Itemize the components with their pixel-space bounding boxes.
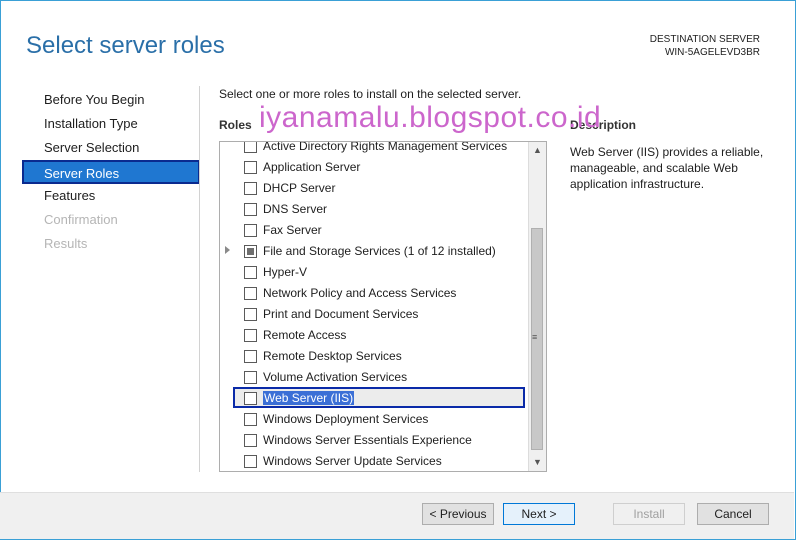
nav-divider xyxy=(199,86,200,472)
wizard-nav: Before You Begin Installation Type Serve… xyxy=(22,88,200,256)
grip-icon: ≡ xyxy=(532,332,538,342)
watermark-text: iyanamalu.blogspot.co.id xyxy=(259,101,602,134)
role-label: Application Server xyxy=(263,160,361,174)
role-checkbox[interactable] xyxy=(244,371,257,384)
role-item[interactable]: Hyper-V xyxy=(220,262,526,283)
roles-list[interactable]: Active Directory Rights Management Servi… xyxy=(219,141,547,472)
role-label: Fax Server xyxy=(263,223,322,237)
role-checkbox[interactable] xyxy=(244,287,257,300)
role-item-selected[interactable]: Web Server (IIS) xyxy=(233,387,525,408)
role-checkbox[interactable] xyxy=(244,350,257,363)
roles-scrollbar[interactable]: ▲ ≡ ▼ xyxy=(528,142,546,471)
destination-server-name: WIN-5AGELEVD3BR xyxy=(664,47,760,58)
role-label: Active Directory Rights Management Servi… xyxy=(263,141,508,153)
role-label: DNS Server xyxy=(263,202,328,216)
role-item[interactable]: File and Storage Services (1 of 12 insta… xyxy=(220,241,526,262)
destination-label: DESTINATION SERVER xyxy=(649,34,760,45)
intro-text: Select one or more roles to install on t… xyxy=(219,87,522,101)
role-label: Windows Server Essentials Experience xyxy=(263,433,472,447)
role-label: Hyper-V xyxy=(263,265,308,279)
previous-button[interactable]: < Previous xyxy=(422,503,494,525)
role-checkbox[interactable] xyxy=(244,392,257,405)
role-checkbox[interactable] xyxy=(244,224,257,237)
role-label: Volume Activation Services xyxy=(263,370,408,384)
role-item[interactable]: DHCP Server xyxy=(220,178,526,199)
role-checkbox[interactable] xyxy=(244,161,257,174)
role-checkbox[interactable] xyxy=(244,182,257,195)
role-checkbox[interactable] xyxy=(244,455,257,468)
role-label: Remote Access xyxy=(263,328,347,342)
role-checkbox[interactable] xyxy=(244,413,257,426)
description-text: Web Server (IIS) provides a reliable, ma… xyxy=(570,145,764,191)
role-item[interactable]: Print and Document Services xyxy=(220,304,526,325)
role-checkbox[interactable] xyxy=(244,203,257,216)
install-button: Install xyxy=(613,503,685,525)
role-checkbox-partial[interactable] xyxy=(244,245,257,258)
nav-item-features[interactable]: Features xyxy=(22,184,200,208)
role-checkbox[interactable] xyxy=(244,434,257,447)
role-item[interactable]: Remote Desktop Services xyxy=(220,346,526,367)
role-item[interactable]: Application Server xyxy=(220,157,526,178)
role-checkbox[interactable] xyxy=(244,142,257,153)
role-label: Remote Desktop Services xyxy=(263,349,402,363)
role-label: Windows Server Update Services xyxy=(263,454,442,468)
nav-item-confirmation: Confirmation xyxy=(44,212,118,227)
scroll-down-icon[interactable]: ▼ xyxy=(529,454,546,471)
page-title: Select server roles xyxy=(26,32,225,59)
role-label: DHCP Server xyxy=(263,181,336,195)
role-label: Windows Deployment Services xyxy=(263,412,429,426)
role-checkbox[interactable] xyxy=(244,329,257,342)
nav-item-server-selection[interactable]: Server Selection xyxy=(22,136,200,160)
role-label: Web Server (IIS) xyxy=(263,391,355,405)
role-label: Print and Document Services xyxy=(263,307,419,321)
nav-item-before-you-begin[interactable]: Before You Begin xyxy=(22,88,200,112)
nav-item-installation-type[interactable]: Installation Type xyxy=(22,112,200,136)
role-item[interactable]: Remote Access xyxy=(220,325,526,346)
role-label: Network Policy and Access Services xyxy=(263,286,457,300)
nav-item-server-roles[interactable]: Server Roles xyxy=(22,160,200,184)
role-item[interactable]: Volume Activation Services xyxy=(220,367,526,388)
role-item[interactable]: Network Policy and Access Services xyxy=(220,283,526,304)
role-label: File and Storage Services (1 of 12 insta… xyxy=(263,244,496,258)
role-checkbox[interactable] xyxy=(244,266,257,279)
role-item[interactable]: Windows Server Update Services xyxy=(220,451,526,471)
expand-arrow-icon[interactable] xyxy=(225,246,230,254)
scroll-up-icon[interactable]: ▲ xyxy=(529,142,546,159)
next-button[interactable]: Next > xyxy=(503,503,575,525)
role-item[interactable]: Active Directory Rights Management Servi… xyxy=(220,141,526,157)
role-item[interactable]: DNS Server xyxy=(220,199,526,220)
cancel-button[interactable]: Cancel xyxy=(697,503,769,525)
role-item[interactable]: Fax Server xyxy=(220,220,526,241)
role-item[interactable]: Windows Server Essentials Experience xyxy=(220,430,526,451)
roles-header: Roles xyxy=(219,118,252,132)
role-checkbox[interactable] xyxy=(244,308,257,321)
destination-server: DESTINATION SERVER WIN-5AGELEVD3BR xyxy=(650,33,760,59)
role-item[interactable]: Windows Deployment Services xyxy=(220,409,526,430)
nav-item-results: Results xyxy=(44,236,88,251)
